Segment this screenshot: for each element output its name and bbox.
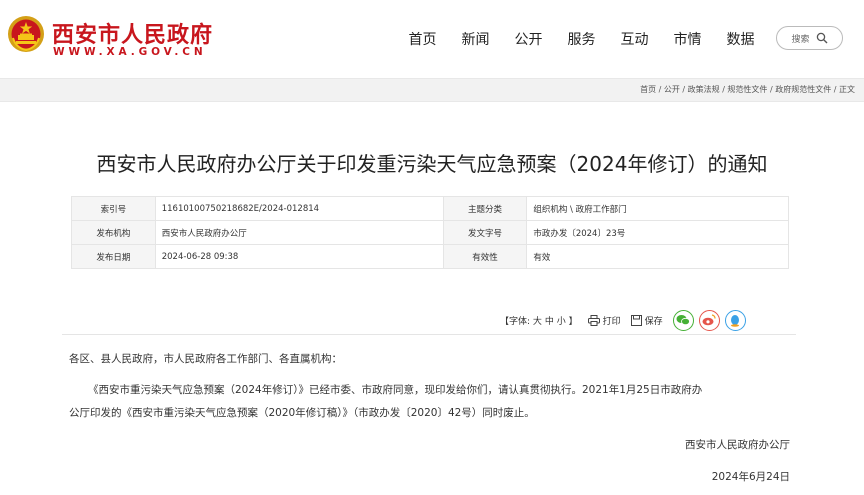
meta-docno-label: 发文字号 (442, 220, 528, 245)
wechat-icon (676, 315, 691, 326)
breadcrumb-bar: 首页 / 公开 / 政策法规 / 规范性文件 / 政府规范性文件 / 正文 (0, 78, 864, 102)
nav-home[interactable]: 首页 (396, 29, 449, 49)
main-nav: 首页 新闻 公开 服务 互动 市情 数据 (396, 29, 767, 49)
share-qq-button[interactable] (724, 309, 746, 331)
meta-issuer-value: 西安市人民政府办公厅 (154, 220, 444, 245)
print-label: 打印 (602, 316, 621, 327)
document-salutation: 各区、县人民政府，市人民政府各工作部门、各直属机构： (69, 353, 342, 365)
meta-index-label: 索引号 (71, 196, 156, 221)
document-sign-date: 2024年6月24日 (711, 471, 790, 483)
document-signature: 西安市人民政府办公厅 (685, 439, 790, 451)
national-emblem-icon[interactable] (7, 15, 45, 53)
nav-open[interactable]: 公开 (502, 29, 555, 49)
share-wechat-button[interactable] (672, 309, 694, 331)
meta-date-label: 发布日期 (71, 244, 156, 269)
weibo-icon (702, 314, 716, 326)
font-size-options: 【字体: 大 中 小 】 (500, 314, 578, 327)
content-divider (62, 334, 796, 335)
nav-news[interactable]: 新闻 (449, 29, 502, 49)
print-icon (587, 314, 600, 326)
meta-validity-value: 有效 (526, 244, 789, 269)
save-icon (630, 314, 642, 326)
meta-date-value: 2024-06-28 09:38 (154, 244, 444, 269)
font-size-small[interactable]: 小 (557, 317, 566, 327)
qq-icon (731, 314, 740, 327)
meta-validity-label: 有效性 (442, 244, 528, 269)
meta-index-value: 11610100750218682E/2024-012814 (154, 196, 444, 221)
site-header: 西安市人民政府 WWW.XA.GOV.CN 首页 新闻 公开 服务 互动 市情 … (0, 0, 864, 78)
meta-topic-value: 组织机构 \ 政府工作部门 (526, 196, 789, 221)
print-button[interactable]: 打印 (587, 314, 621, 327)
nav-service[interactable]: 服务 (555, 29, 608, 49)
nav-city-info[interactable]: 市情 (661, 29, 714, 49)
save-button[interactable]: 保存 (630, 314, 663, 327)
search-placeholder[interactable]: 搜索 (791, 32, 809, 45)
article-tools: 【字体: 大 中 小 】 打印 保存 (500, 308, 751, 332)
meta-topic-label: 主题分类 (442, 196, 528, 221)
table-row: 发布日期 2024-06-28 09:38 有效性 有效 (71, 244, 789, 269)
search-icon[interactable] (816, 32, 828, 44)
meta-docno-value: 市政办发〔2024〕23号 (526, 220, 789, 245)
site-logo-title[interactable]: 西安市人民政府 (52, 17, 213, 49)
nav-data[interactable]: 数据 (714, 29, 767, 49)
save-label: 保存 (644, 316, 663, 327)
search-box[interactable]: 搜索 (776, 26, 843, 50)
font-size-medium[interactable]: 中 (545, 317, 554, 327)
breadcrumb[interactable]: 首页 / 公开 / 政策法规 / 规范性文件 / 政府规范性文件 / 正文 (640, 84, 855, 95)
share-weibo-button[interactable] (698, 309, 720, 331)
table-row: 索引号 11610100750218682E/2024-012814 主题分类 … (71, 196, 789, 221)
page-title: 西安市人民政府办公厅关于印发重污染天气应急预案（2024年修订）的通知 (96, 152, 768, 176)
table-row: 发布机构 西安市人民政府办公厅 发文字号 市政办发〔2024〕23号 (71, 220, 789, 245)
font-size-suffix: 】 (568, 316, 578, 327)
document-body-line: 公厅印发的《西安市重污染天气应急预案（2020年修订稿）》（市政办发〔2020〕… (69, 407, 535, 419)
document-meta-table: 索引号 11610100750218682E/2024-012814 主题分类 … (71, 196, 789, 269)
document-body-line: 《西安市重污染天气应急预案（2024年修订）》已经市委、市政府同意，现印发给你们… (88, 384, 703, 396)
font-size-prefix: 【字体: (500, 316, 531, 327)
site-logo-url[interactable]: WWW.XA.GOV.CN (53, 46, 207, 58)
meta-issuer-label: 发布机构 (71, 220, 156, 245)
font-size-large[interactable]: 大 (533, 317, 542, 327)
nav-interact[interactable]: 互动 (608, 29, 661, 49)
